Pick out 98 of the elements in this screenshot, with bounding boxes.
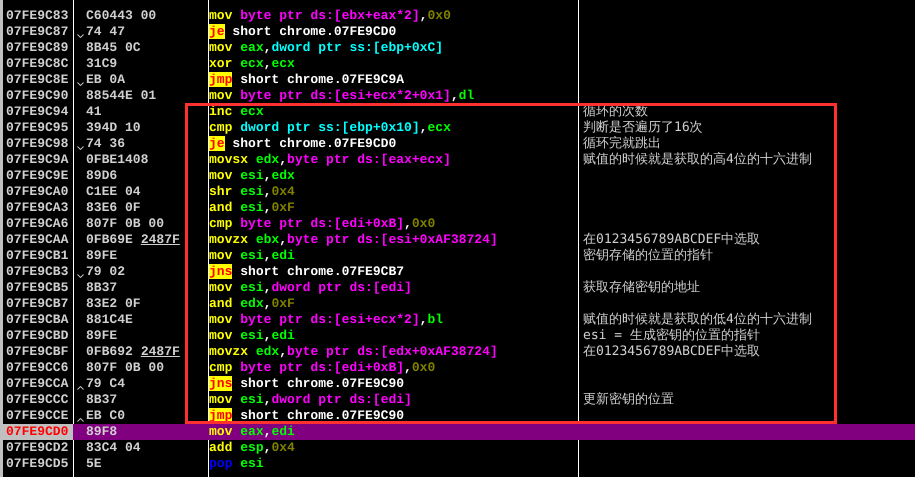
bytes-cell: 0FBE1408 xyxy=(86,152,148,168)
bytes-cell: 89F8 xyxy=(86,424,118,440)
instruction-cell: pop esi xyxy=(209,456,264,471)
instruction-cell: mov byte ptr ds:[esi+ecx*2],bl xyxy=(209,312,444,327)
instruction-cell: mov esi,edi xyxy=(209,328,295,343)
bytes-cell: 807F 0B 00 xyxy=(86,216,164,232)
instruction-cell: cmp byte ptr ds:[edi+0xB],0x0 xyxy=(209,216,436,231)
address-cell: 07FE9C9A xyxy=(6,152,68,167)
bytes-cell: 88544E 01 xyxy=(86,88,156,104)
address-cell: 07FE9CBD xyxy=(6,328,68,343)
address-cell: 07FE9C87 xyxy=(6,24,68,39)
instruction-cell: movsx edx,byte ptr ds:[eax+ecx] xyxy=(209,152,451,167)
bytes-cell: 394D 10 xyxy=(86,120,141,136)
address-cell: 07FE9CA3 xyxy=(6,200,68,215)
bytes-cell: 79 02 xyxy=(86,264,126,280)
address-cell: 07FE9C83 xyxy=(6,8,68,23)
bytes-cell: 74 36 xyxy=(86,136,126,152)
comment-text: 判断是否遍历了16次 xyxy=(583,120,703,135)
bytes-cell: EB C0 xyxy=(86,408,126,424)
bytes-cell: C60443 00 xyxy=(86,8,156,24)
address-cell: 07FE9C94 xyxy=(6,104,68,119)
instruction-cell: jns short chrome.07FE9C90 xyxy=(209,376,404,391)
address-cell: 07FE9CBA xyxy=(6,312,68,327)
instruction-cell: jmp short chrome.07FE9C90 xyxy=(209,408,404,423)
bytes-cell: 0FB69E 2487F xyxy=(86,232,180,248)
address-cell: 07FE9CC6 xyxy=(6,360,68,375)
bytes-cell: EB 0A xyxy=(86,72,126,88)
bytes-cell: 83E6 0F xyxy=(86,200,141,216)
instruction-cell: mov eax,dword ptr ss:[ebp+0xC] xyxy=(209,40,444,55)
bytes-cell: 74 47 xyxy=(86,24,126,40)
instruction-cell: mov esi,dword ptr ds:[edi] xyxy=(209,280,412,295)
comment-text: 循环完就跳出 xyxy=(583,136,661,151)
address-cell: 07FE9C98 xyxy=(6,136,68,151)
bytes-cell: 0FB692 2487F xyxy=(86,344,180,360)
address-cell: 07FE9CD5 xyxy=(6,456,68,471)
bytes-cell: 79 C4 xyxy=(86,376,126,392)
instruction-cell: mov esi,edi xyxy=(209,248,295,263)
address-cell: 07FE9C9E xyxy=(6,168,68,183)
instruction-cell: mov eax,edi xyxy=(209,424,295,439)
address-cell: 07FE9CB5 xyxy=(6,280,68,295)
instruction-cell: mov esi,dword ptr ds:[edi] xyxy=(209,392,412,407)
instruction-cell: and edx,0xF xyxy=(209,296,295,311)
address-cell: 07FE9C8C xyxy=(6,56,68,71)
bytes-cell: 41 xyxy=(86,104,102,120)
address-cell: 07FE9C90 xyxy=(6,88,68,103)
bytes-cell: 83E2 0F xyxy=(86,296,141,312)
address-cell: 07FE9CB1 xyxy=(6,248,68,263)
instruction-cell: jmp short chrome.07FE9C9A xyxy=(209,72,404,87)
comment-text: 获取存储密钥的地址 xyxy=(583,280,700,295)
bytes-cell: 89FE xyxy=(86,248,118,264)
instruction-cell: shr esi,0x4 xyxy=(209,184,295,199)
instruction-cell: mov byte ptr ds:[esi+ecx*2+0x1],dl xyxy=(209,88,474,103)
bytes-cell: C1EE 04 xyxy=(86,184,141,200)
address-cell: 07FE9CA6 xyxy=(6,216,68,231)
bytes-cell: 8B45 0C xyxy=(86,40,141,56)
bytes-cell: 83C4 04 xyxy=(86,440,141,456)
bytes-cell: 5E xyxy=(86,456,102,472)
comment-text: 在0123456789ABCDEF中选取 xyxy=(583,232,760,247)
bytes-cell: 8B37 xyxy=(86,392,118,408)
address-cell: 07FE9CB7 xyxy=(6,296,68,311)
address-cell: 07FE9CB3 xyxy=(6,264,68,279)
bytes-cell: 31C9 xyxy=(86,56,118,72)
comment-text: 更新密钥的位置 xyxy=(583,392,674,407)
bytes-cell: 8B37 xyxy=(86,280,118,296)
instruction-cell: add esp,0x4 xyxy=(209,440,295,455)
selected-row[interactable]: 07FE9CD0 89F8 mov eax,edi xyxy=(0,424,915,440)
instruction-cell: and esi,0xF xyxy=(209,200,295,215)
bytes-cell: 807F 0B 00 xyxy=(86,360,164,376)
instruction-cell: mov esi,edx xyxy=(209,168,295,183)
address-cell: 07FE9C89 xyxy=(6,40,68,55)
instruction-cell: xor ecx,ecx xyxy=(209,56,295,71)
address-cell: 07FE9C8E xyxy=(6,72,68,87)
address-cell: 07FE9CD0 xyxy=(6,424,68,439)
bytes-cell: 89D6 xyxy=(86,168,118,184)
address-cell: 07FE9CCA xyxy=(6,376,68,391)
address-cell: 07FE9CCE xyxy=(6,408,68,423)
comment-text: esi = 生成密钥的位置的指针 xyxy=(583,328,760,343)
comment-text: 赋值的时候就是获取的高4位的十六进制 xyxy=(583,152,812,167)
instruction-cell: cmp dword ptr ss:[ebp+0x10],ecx xyxy=(209,120,451,135)
address-cell: 07FE9C95 xyxy=(6,120,68,135)
comment-text: 在0123456789ABCDEF中选取 xyxy=(583,344,760,359)
address-cell: 07FE9CAA xyxy=(6,232,68,247)
instruction-cell: je short chrome.07FE9CD0 xyxy=(209,136,396,151)
address-cell: 07FE9CD2 xyxy=(6,440,68,455)
comment-text: 密钥存储的位置的指针 xyxy=(583,248,713,263)
instruction-cell: jns short chrome.07FE9CB7 xyxy=(209,264,404,279)
instruction-cell: inc ecx xyxy=(209,104,264,119)
instruction-cell: cmp byte ptr ds:[edi+0xB],0x0 xyxy=(209,360,436,375)
address-cell: 07FE9CBF xyxy=(6,344,68,359)
instruction-cell: mov byte ptr ds:[ebx+eax*2],0x0 xyxy=(209,8,451,23)
bytes-cell: 881C4E xyxy=(86,312,133,328)
instruction-cell: movzx edx,byte ptr ds:[edx+0xAF38724] xyxy=(209,344,498,359)
address-cell: 07FE9CCC xyxy=(6,392,68,407)
comment-text: 赋值的时候就是获取的低4位的十六进制 xyxy=(583,312,812,327)
bytes-cell: 89FE xyxy=(86,328,118,344)
instruction-cell: movzx ebx,byte ptr ds:[esi+0xAF38724] xyxy=(209,232,498,247)
instruction-cell: je short chrome.07FE9CD0 xyxy=(209,24,396,39)
address-cell: 07FE9CA0 xyxy=(6,184,68,199)
